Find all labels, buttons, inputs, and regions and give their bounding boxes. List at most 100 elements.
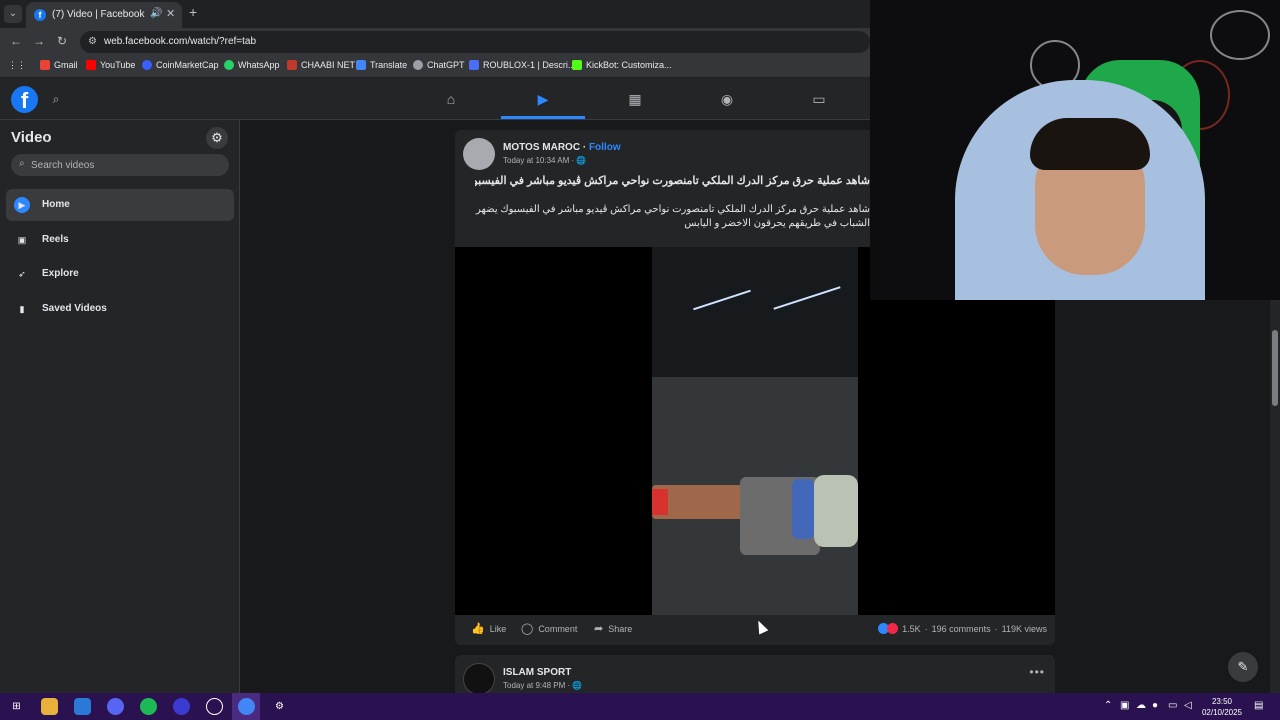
microphone-icon[interactable]: ●	[1152, 700, 1158, 711]
store-icon[interactable]	[74, 698, 91, 715]
video-grip-cap	[814, 475, 858, 547]
search-videos-field[interactable]: ⌕	[11, 154, 229, 176]
post-author-name[interactable]: MOTOS MAROC	[503, 142, 580, 153]
tab-close-icon[interactable]: ✕	[166, 7, 175, 20]
notification-icon[interactable]: ▤	[1254, 700, 1263, 711]
marketplace-icon[interactable]: ▦	[626, 90, 644, 108]
reels-icon: ▣	[17, 235, 27, 245]
globe-icon: 🌐	[576, 156, 587, 165]
sidebar-item-label: Home	[42, 199, 70, 210]
post-author-name[interactable]: ISLAM SPORT	[503, 667, 571, 678]
view-count: 119K views	[1001, 623, 1047, 634]
sidebar-item-label: Explore	[42, 268, 79, 279]
sidebar-item-reels[interactable]: ▣ Reels	[6, 224, 234, 256]
like-thumb-icon: 👍	[471, 623, 485, 635]
comment-button[interactable]: ◯ Comment	[521, 622, 577, 635]
gaming-icon[interactable]: ▭	[810, 90, 828, 108]
search-icon[interactable]: ⌕	[45, 88, 67, 110]
taskbar-clock[interactable]: 23:50 02/10/2025	[1198, 696, 1246, 718]
avatar[interactable]	[463, 663, 495, 693]
explore-rocket-icon: ➶	[18, 269, 26, 279]
clock-date: 02/10/2025	[1201, 708, 1243, 717]
share-button[interactable]: ➦ Share	[594, 622, 632, 635]
tab-search-chevron-icon[interactable]: ⌄	[4, 5, 22, 23]
back-arrow-icon[interactable]: ←	[10, 34, 22, 48]
translate-icon	[356, 60, 366, 70]
bookmark-kickbot[interactable]: KickBot: Customiza...	[572, 60, 672, 70]
windows-start-icon[interactable]: ⊞	[8, 698, 25, 715]
person-hair	[1030, 118, 1150, 170]
bookmark-whatsapp[interactable]: WhatsApp	[224, 60, 280, 70]
file-explorer-icon[interactable]	[41, 698, 58, 715]
sidebar-item-saved-videos[interactable]: ▮ Saved Videos	[6, 293, 234, 325]
bookmark-translate[interactable]: Translate	[356, 60, 407, 70]
video-red-tip	[652, 489, 668, 515]
reload-icon[interactable]: ↻	[57, 34, 67, 48]
post-author[interactable]: MOTOS MAROC · Follow	[503, 142, 621, 153]
obs-icon[interactable]	[206, 698, 223, 715]
onedrive-cloud-icon[interactable]: ☁	[1136, 700, 1146, 711]
volume-icon[interactable]: ◁	[1184, 700, 1192, 711]
tab-title: (7) Video | Facebook	[52, 9, 145, 20]
coinmarketcap-icon	[142, 60, 152, 70]
follow-button[interactable]: Follow	[589, 142, 621, 153]
bookmark-chatgpt[interactable]: ChatGPT	[413, 60, 465, 70]
url-bar[interactable]: ⚙ web.facebook.com/watch/?ref=tab	[80, 31, 870, 53]
video-icon[interactable]: ▶	[534, 90, 552, 108]
video-night-sky	[652, 247, 858, 377]
search-videos-input[interactable]	[31, 157, 221, 173]
bookmark-chaabi-net[interactable]: CHAABI NET	[287, 60, 355, 70]
post-actions: 👍 Like ◯ Comment ➦ Share 1.5K · 196 comment…	[455, 615, 1055, 645]
bookmark-gmail[interactable]: Gmail	[40, 60, 78, 70]
post-title-text: شاهد عملية حرق مركز الدرك الملكي تامنصور…	[475, 175, 870, 187]
bookmark-coinmarketcap[interactable]: CoinMarketCap	[142, 60, 219, 70]
app-circle-icon[interactable]	[173, 698, 190, 715]
groups-icon[interactable]: ◉	[718, 90, 736, 108]
gear-icon[interactable]: ⚙	[206, 127, 228, 149]
new-message-icon[interactable]: ✎	[1228, 652, 1258, 682]
roublox-icon	[469, 60, 479, 70]
home-icon[interactable]: ⌂	[442, 90, 460, 108]
post-stats[interactable]: 1.5K · 196 comments · 119K views	[878, 623, 1047, 634]
whatsapp-icon	[224, 60, 234, 70]
site-info-icon[interactable]: ⚙	[88, 36, 97, 47]
bookmark-youtube[interactable]: YouTube	[86, 60, 135, 70]
kickbot-icon	[572, 60, 582, 70]
comment-count[interactable]: 196 comments	[932, 624, 991, 634]
bookmark-roublox[interactable]: ROUBLOX-1 | Descri...	[469, 60, 575, 70]
scrollbar-thumb[interactable]	[1272, 330, 1278, 406]
tab-audio-icon[interactable]: 🔊	[150, 8, 162, 19]
settings-gear-icon[interactable]: ⚙	[271, 698, 288, 715]
new-tab-icon[interactable]: +	[189, 4, 197, 20]
avatar[interactable]	[463, 138, 495, 170]
apps-grid-icon[interactable]: ⋮⋮	[8, 60, 26, 71]
video-blue-grip	[792, 479, 814, 539]
chrome-icon[interactable]	[238, 698, 255, 715]
tray-app-icon[interactable]: ▣	[1120, 700, 1129, 711]
network-icon[interactable]: ▭	[1168, 700, 1177, 711]
post-timestamp[interactable]: Today at 9:48 PM · 🌐	[503, 681, 582, 690]
tray-chevron-icon[interactable]: ⌃	[1104, 700, 1112, 711]
windows-taskbar: ⊞	[0, 693, 1280, 720]
chaabi-icon	[287, 60, 297, 70]
clock-time: 23:50	[1211, 697, 1233, 706]
post-timestamp[interactable]: Today at 10:34 AM · 🌐	[503, 156, 586, 165]
browser-tab[interactable]: f (7) Video | Facebook 🔊 ✕	[26, 2, 182, 28]
share-arrow-icon: ➦	[594, 623, 604, 635]
more-options-icon[interactable]: •••	[1029, 665, 1045, 679]
forward-arrow-icon[interactable]: →	[33, 34, 45, 48]
video-player[interactable]	[455, 247, 1055, 615]
active-tab-indicator	[501, 116, 585, 119]
wall-scribble	[1210, 10, 1270, 60]
facebook-logo-icon[interactable]: f	[11, 86, 38, 113]
sidebar-item-explore[interactable]: ➶ Explore	[6, 258, 234, 290]
like-button[interactable]: 👍 Like	[471, 622, 506, 635]
discord-icon[interactable]	[107, 698, 124, 715]
url-text: web.facebook.com/watch/?ref=tab	[104, 36, 257, 47]
sidebar-item-label: Reels	[42, 234, 69, 245]
sidebar-item-home[interactable]: ▶ Home	[6, 189, 234, 221]
video-frame	[652, 247, 858, 615]
globe-icon: 🌐	[572, 681, 583, 690]
spotify-icon[interactable]	[140, 698, 157, 715]
reaction-count[interactable]: 1.5K	[902, 624, 921, 634]
